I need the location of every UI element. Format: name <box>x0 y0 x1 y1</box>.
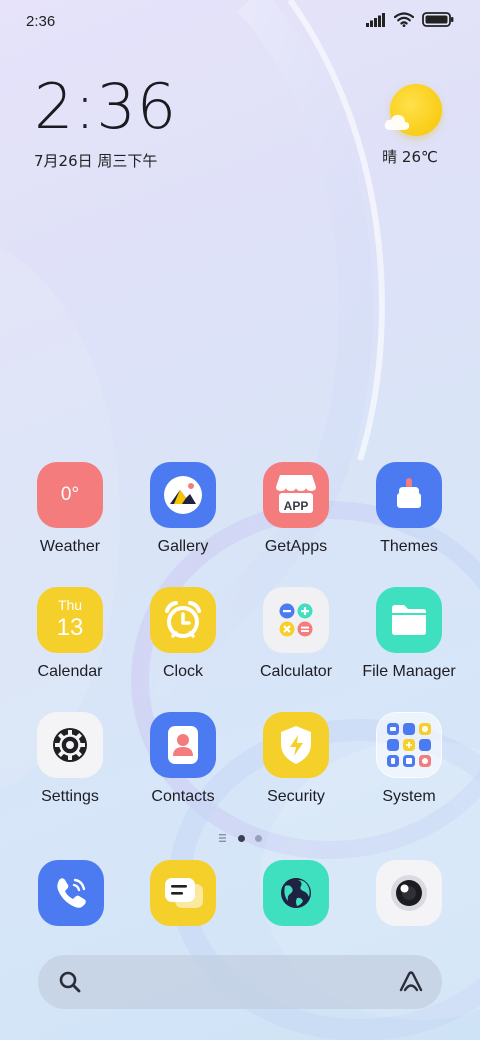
app-file-manager[interactable]: File Manager <box>354 587 464 681</box>
dock-phone-button[interactable] <box>38 860 104 926</box>
contacts-icon <box>150 712 216 778</box>
search-icon <box>58 970 82 999</box>
app-label: GetApps <box>264 538 328 555</box>
battery-icon <box>422 12 454 32</box>
globe-icon <box>281 878 311 908</box>
app-label: File Manager <box>362 663 456 680</box>
app-label: Settings <box>41 788 99 805</box>
calendar-icon-day: Thu <box>57 597 83 613</box>
calculator-icon <box>263 587 329 653</box>
app-gallery[interactable]: Gallery <box>128 462 238 556</box>
dock-camera-button[interactable] <box>376 860 442 926</box>
camera-lens-icon <box>391 875 427 911</box>
app-system-folder[interactable]: System <box>354 712 464 806</box>
wifi-icon <box>393 12 415 32</box>
app-contacts[interactable]: Contacts <box>128 712 238 806</box>
status-time: 2:36 <box>26 13 56 30</box>
app-label: Contacts <box>151 788 215 805</box>
app-label: Security <box>267 788 325 805</box>
alarm-clock-icon <box>150 587 216 653</box>
app-label: Calendar <box>37 663 103 680</box>
weather-app-icon: 0° <box>37 462 103 528</box>
sunny-weather-icon <box>384 84 442 136</box>
app-list-indicator-icon <box>218 829 228 847</box>
settings-icon <box>37 712 103 778</box>
page-indicator[interactable] <box>0 829 480 847</box>
app-settings[interactable]: Settings <box>15 712 125 806</box>
app-label: Clock <box>162 663 203 680</box>
app-label: Calculator <box>259 663 333 680</box>
paint-brush-icon <box>376 462 442 528</box>
page-dot-active <box>238 834 245 842</box>
shield-icon <box>263 712 329 778</box>
clock-widget[interactable]: 2:36 7月26日 周三下午 <box>34 76 177 171</box>
app-getapps[interactable]: APP GetApps <box>241 462 351 556</box>
page-dot <box>255 834 262 842</box>
folder-icon <box>376 587 442 653</box>
app-label: Themes <box>380 538 438 555</box>
weather-widget-text: 晴 26℃ <box>382 148 438 166</box>
status-icons <box>366 12 454 32</box>
search-bar[interactable] <box>38 955 442 1009</box>
app-calendar[interactable]: Thu 13 Calendar <box>15 587 125 681</box>
gallery-icon <box>150 462 216 528</box>
app-themes[interactable]: Themes <box>354 462 464 556</box>
weather-icon-temp: 0° <box>60 484 80 505</box>
weather-widget[interactable]: 晴 26℃ <box>382 84 446 167</box>
status-bar: 2:36 <box>0 0 480 44</box>
app-clock[interactable]: Clock <box>128 587 238 681</box>
dock-messages-button[interactable] <box>150 860 216 926</box>
app-security[interactable]: Security <box>241 712 351 806</box>
message-icon <box>165 878 203 908</box>
clock-widget-date: 7月26日 周三下午 <box>34 152 158 170</box>
assistant-icon[interactable] <box>398 970 424 999</box>
app-calculator[interactable]: Calculator <box>241 587 351 681</box>
app-weather[interactable]: 0° Weather <box>15 462 125 556</box>
app-label: System <box>382 788 436 805</box>
calendar-icon: Thu 13 <box>37 587 103 653</box>
app-label: Gallery <box>157 538 209 555</box>
phone-icon <box>57 878 86 908</box>
folder-grid-icon <box>376 712 442 778</box>
store-icon: APP <box>263 462 329 528</box>
calendar-icon-date: 13 <box>56 614 84 641</box>
clock-widget-time: 2:36 <box>34 70 178 143</box>
app-label: Weather <box>39 538 101 555</box>
dock-browser-button[interactable] <box>263 860 329 926</box>
signal-icon <box>366 12 386 32</box>
getapps-icon-text: APP <box>283 499 309 513</box>
